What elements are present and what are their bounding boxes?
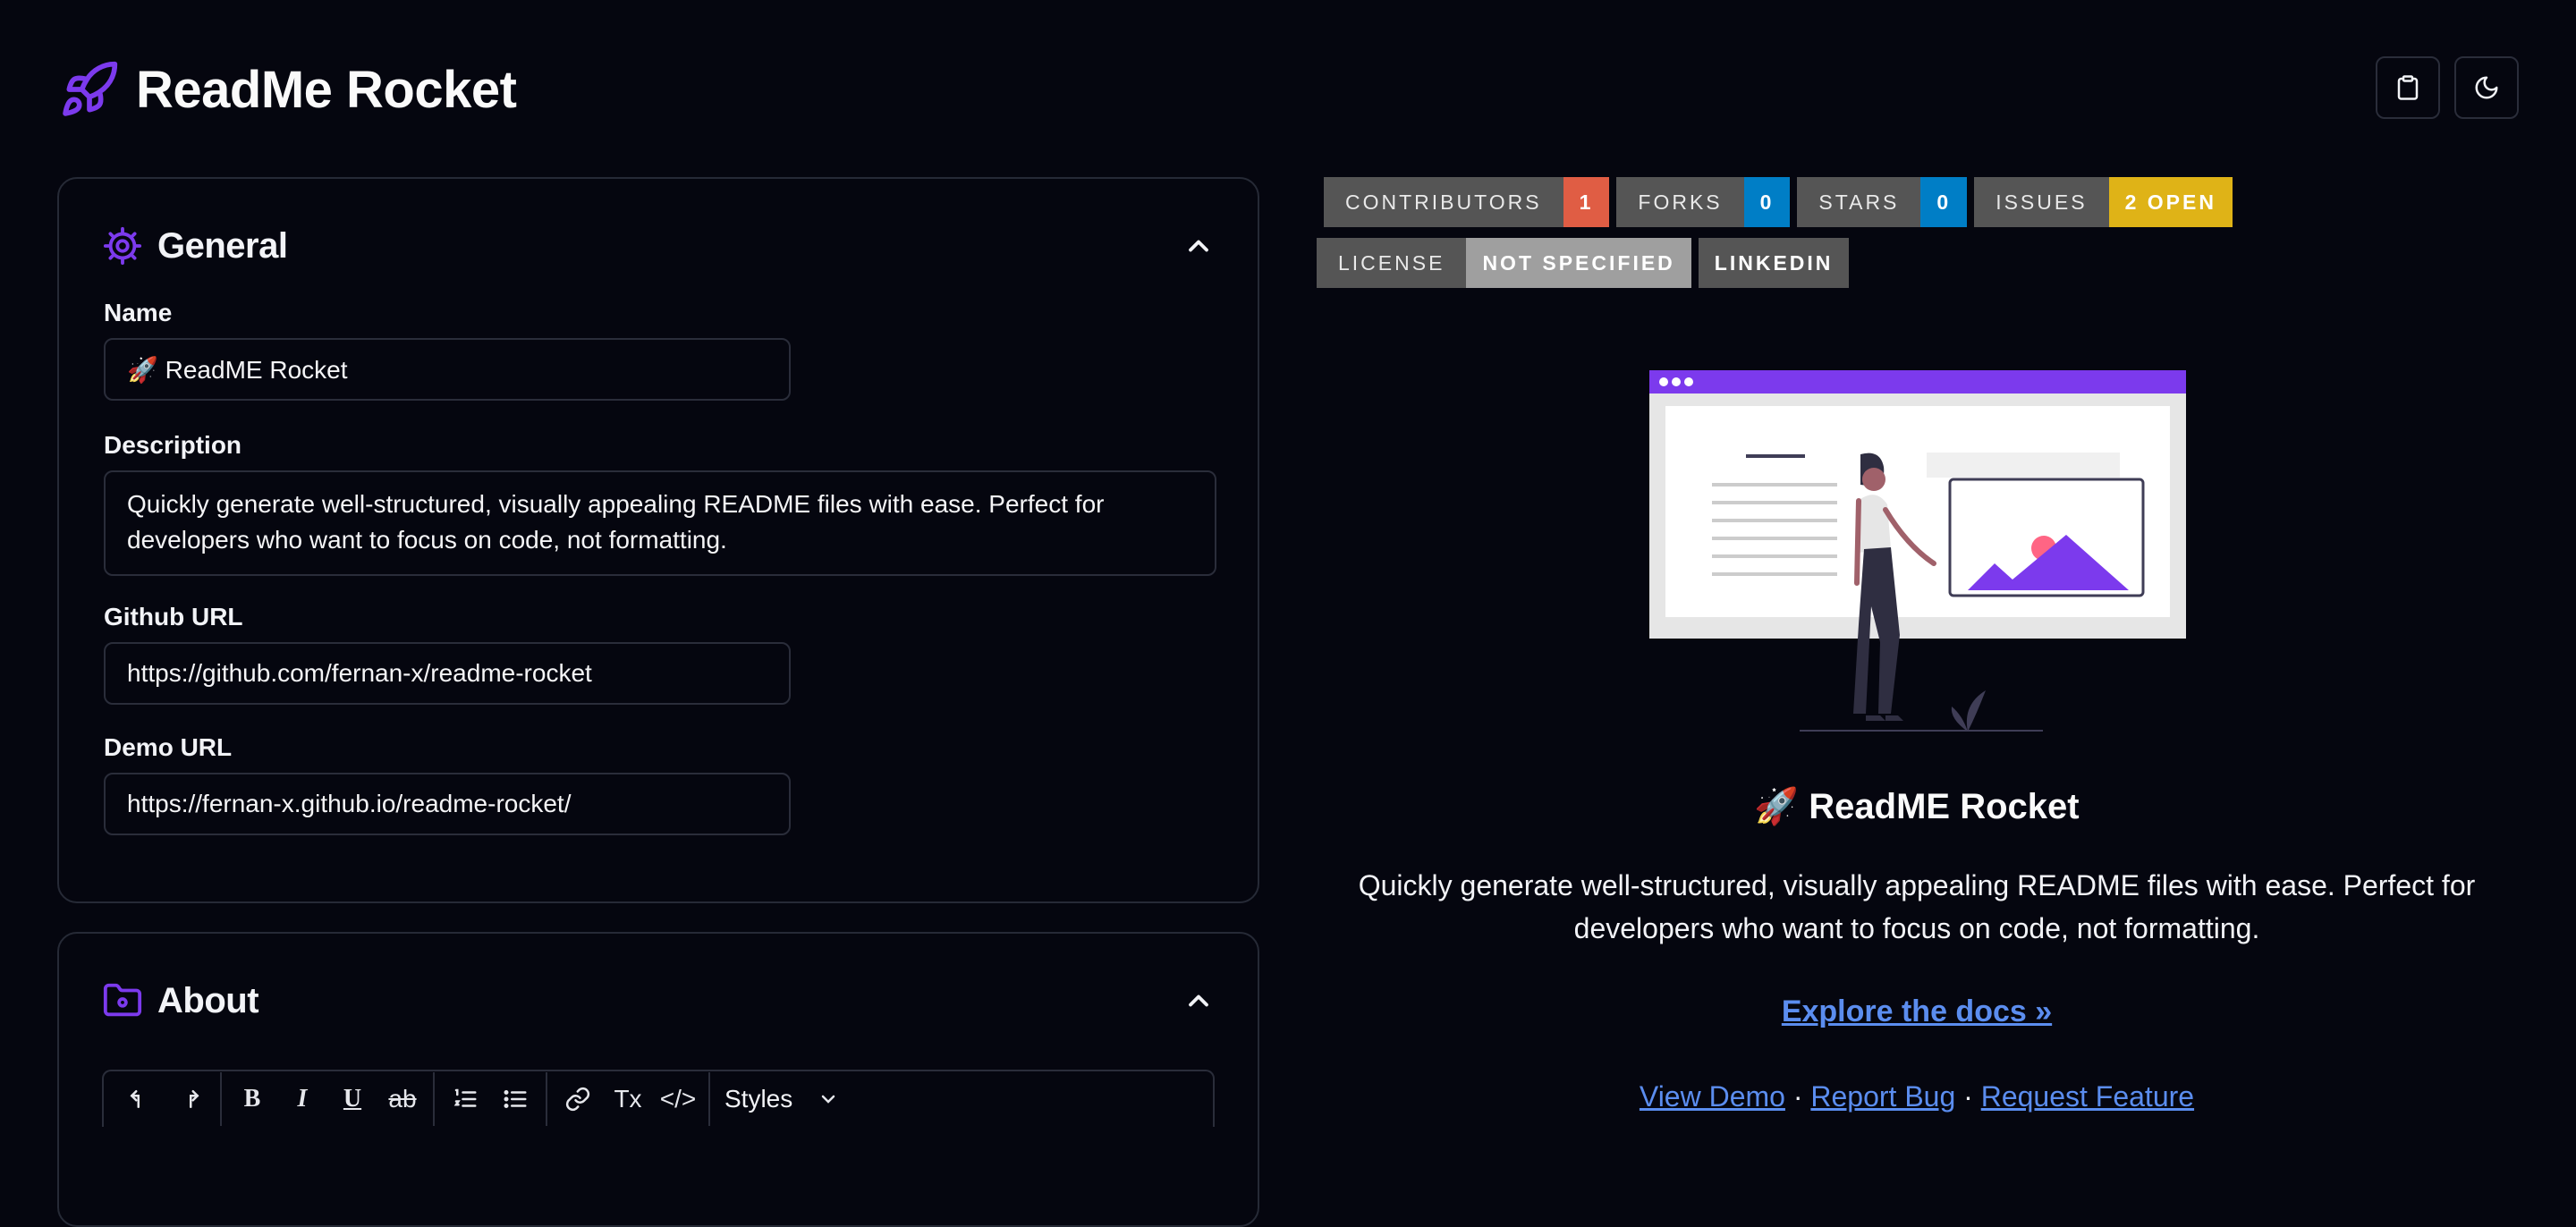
- underline-button[interactable]: U: [327, 1074, 377, 1124]
- underline-icon: U: [343, 1085, 362, 1113]
- clear-format-button[interactable]: Tx: [603, 1074, 653, 1124]
- general-section-header[interactable]: General: [59, 207, 1258, 284]
- description-textarea[interactable]: Quickly generate well-structured, visual…: [104, 470, 1216, 576]
- badge-value: 0: [1743, 177, 1791, 227]
- settings-cog-icon: [103, 226, 142, 266]
- link-icon: [565, 1087, 590, 1112]
- undo-icon: [130, 1090, 140, 1108]
- badge-value: LINKEDIN: [1698, 238, 1850, 288]
- chevron-down-icon: [822, 1095, 835, 1104]
- badge-label: LICENSE: [1317, 238, 1467, 288]
- rocket-icon: [63, 61, 118, 116]
- bullet-list-icon: [504, 1090, 527, 1108]
- app-header: ReadMe Rocket: [59, 54, 517, 125]
- browser-titlebar: [1649, 370, 2186, 393]
- preview-links: View Demo · Report Bug · Request Feature: [1315, 1080, 2519, 1113]
- clear-format-icon: Tx: [614, 1085, 642, 1113]
- license-badge[interactable]: LICENSE NOT SPECIFIED: [1317, 238, 1691, 288]
- stars-badge[interactable]: STARS 0: [1797, 177, 1968, 227]
- request-feature-link[interactable]: Request Feature: [1981, 1080, 2194, 1113]
- general-section: General Name Description Quickly generat…: [57, 177, 1259, 903]
- italic-icon: I: [297, 1085, 308, 1113]
- contributors-badge[interactable]: CONTRIBUTORS 1: [1324, 177, 1610, 227]
- demo-url-input[interactable]: [104, 773, 791, 835]
- theme-toggle-button[interactable]: [2454, 56, 2519, 119]
- code-icon: </>: [659, 1085, 697, 1113]
- name-label: Name: [104, 299, 173, 326]
- folder-open-icon: [103, 983, 142, 1017]
- toolbar-divider: [220, 1072, 222, 1126]
- toolbar-divider: [433, 1072, 435, 1126]
- badge-value: 1: [1563, 177, 1610, 227]
- moon-icon: [2475, 76, 2498, 99]
- toolbar-divider: [546, 1072, 547, 1126]
- copy-markdown-button[interactable]: [2376, 56, 2440, 119]
- general-section-title: General: [157, 225, 288, 266]
- explore-docs-link[interactable]: Explore the docs »: [1315, 994, 2519, 1029]
- redo-button[interactable]: [165, 1074, 215, 1124]
- ordered-list-button[interactable]: [440, 1074, 490, 1124]
- link-button[interactable]: [553, 1074, 603, 1124]
- strikethrough-icon: ab: [388, 1085, 417, 1113]
- linkedin-badge[interactable]: LINKEDIN: [1698, 238, 1850, 288]
- undo-button[interactable]: [114, 1074, 165, 1124]
- strikethrough-button[interactable]: ab: [377, 1074, 428, 1124]
- forks-badge[interactable]: FORKS 0: [1616, 177, 1791, 227]
- bold-icon: B: [243, 1085, 261, 1113]
- description-label: Description: [104, 431, 242, 459]
- github-url-label: Github URL: [104, 603, 243, 630]
- bold-button[interactable]: B: [227, 1074, 277, 1124]
- about-section-title: About: [157, 980, 259, 1020]
- chevron-up-icon[interactable]: [1182, 985, 1215, 1017]
- presentation-illustration: [1649, 370, 2186, 732]
- badge-value: NOT SPECIFIED: [1466, 238, 1691, 288]
- report-bug-link[interactable]: Report Bug: [1810, 1080, 1955, 1113]
- bullet-list-button[interactable]: [490, 1074, 540, 1124]
- badge-value: 2 OPEN: [2108, 177, 2233, 227]
- redo-icon: [190, 1090, 199, 1108]
- view-demo-link[interactable]: View Demo: [1640, 1080, 1785, 1113]
- clipboard-icon: [2397, 75, 2419, 100]
- ordered-list-icon: [453, 1088, 477, 1107]
- preview-title: 🚀 ReadME Rocket: [1754, 787, 2080, 826]
- app-title: ReadMe Rocket: [136, 60, 517, 119]
- badge-label: STARS: [1797, 177, 1921, 227]
- link-separator: ·: [1955, 1080, 1981, 1113]
- styles-dropdown-label: Styles: [724, 1085, 793, 1113]
- italic-button[interactable]: I: [277, 1074, 327, 1124]
- badges-row-1: CONTRIBUTORS 1 FORKS 0 STARS 0 ISSUES 2 …: [1324, 177, 2240, 227]
- rich-text-toolbar: B I U ab Tx </> Styles: [102, 1070, 1215, 1127]
- preview-description: Quickly generate well-structured, visual…: [1358, 869, 2476, 944]
- demo-url-label: Demo URL: [104, 733, 233, 761]
- name-input[interactable]: [104, 338, 791, 401]
- chevron-up-icon[interactable]: [1182, 230, 1215, 262]
- github-url-input[interactable]: [104, 642, 791, 705]
- badges-row-2: LICENSE NOT SPECIFIED LINKEDIN: [1317, 238, 1856, 288]
- badge-label: CONTRIBUTORS: [1324, 177, 1563, 227]
- code-button[interactable]: </>: [653, 1074, 703, 1124]
- styles-dropdown[interactable]: Styles: [724, 1085, 839, 1113]
- about-section-header[interactable]: About: [59, 962, 1258, 1039]
- link-separator: ·: [1784, 1080, 1811, 1113]
- badge-label: FORKS: [1616, 177, 1744, 227]
- badge-label: ISSUES: [1974, 177, 2109, 227]
- badge-value: 0: [1920, 177, 1968, 227]
- toolbar-divider: [708, 1072, 710, 1126]
- issues-badge[interactable]: ISSUES 2 OPEN: [1974, 177, 2233, 227]
